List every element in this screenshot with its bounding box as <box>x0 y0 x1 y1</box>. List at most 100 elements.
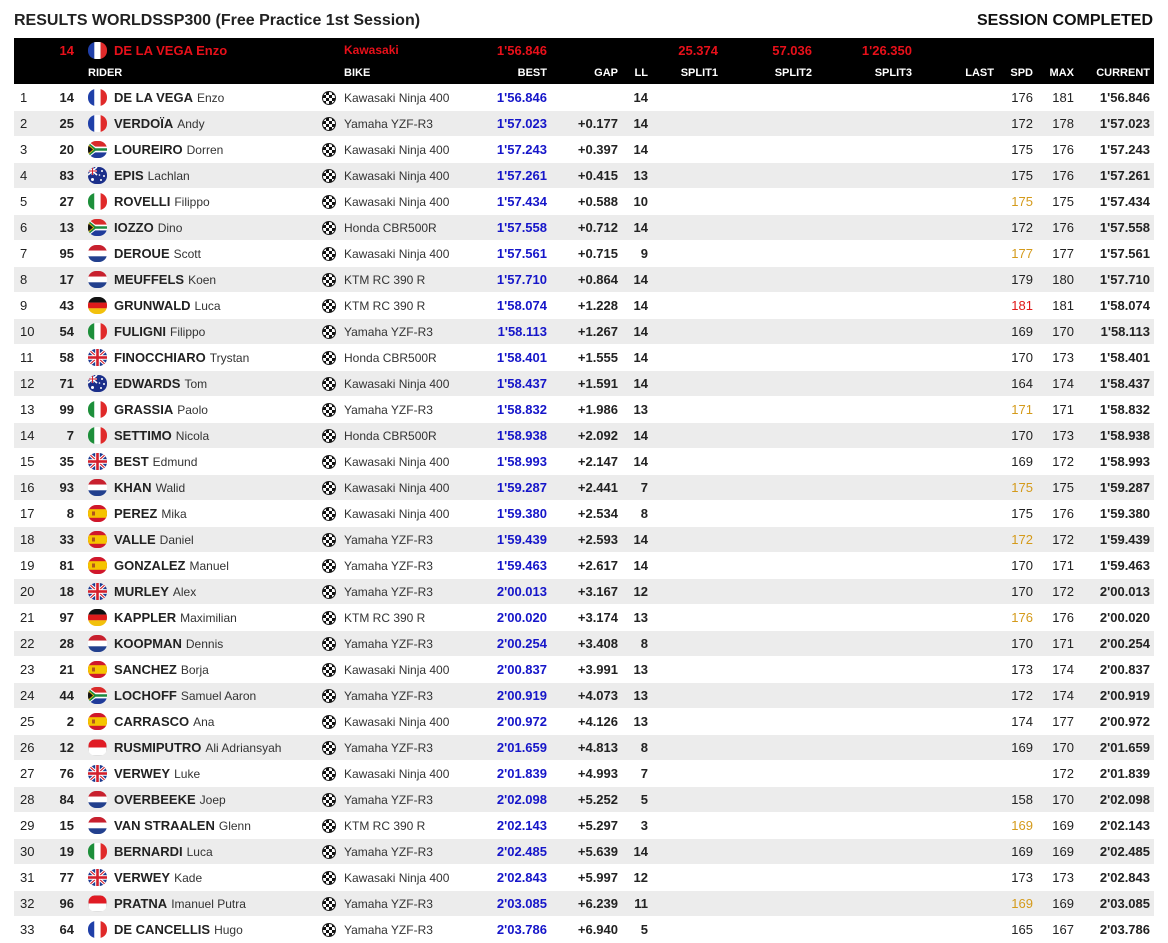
laps-count: 13 <box>633 402 648 417</box>
rider-name[interactable]: GRUNWALD Luca <box>114 293 329 318</box>
laps-count: 12 <box>633 584 648 599</box>
rider-name[interactable]: DE CANCELLIS Hugo <box>114 917 329 942</box>
rider-firstname: Hugo <box>214 922 243 937</box>
rider-name[interactable]: SANCHEZ Borja <box>114 657 329 682</box>
current-lap: 1'57.561 <box>1099 246 1150 261</box>
rider-firstname: Alex <box>172 584 197 599</box>
rider-name[interactable]: VERDOÏA Andy <box>114 111 329 136</box>
checkered-flag-icon <box>322 839 336 864</box>
rider-name[interactable]: ROVELLI Filippo <box>114 189 329 214</box>
table-row[interactable]: 19 81 GONZALEZ Manuel Yamaha YZF-R3 1'59.463 +… <box>14 553 1154 579</box>
gap-value: +0.415 <box>577 168 618 183</box>
rider-name[interactable]: VAN STRAALEN Glenn <box>114 813 329 838</box>
table-row[interactable]: 25 2 CARRASCO Ana Kawasaki Ninja 400 2'00.972… <box>14 709 1154 735</box>
rider-name[interactable]: KHAN Walid <box>114 475 329 500</box>
col-split3[interactable]: SPLIT3 <box>854 62 912 84</box>
rider-name[interactable]: BERNARDI Luca <box>114 839 329 864</box>
table-row[interactable]: 4 83 EPIS Lachlan Kawasaki Ninja 400 1'57.261… <box>14 163 1154 189</box>
table-row[interactable]: 18 33 VALLE Daniel Yamaha YZF-R3 1'59.439 +2.5… <box>14 527 1154 553</box>
rider-name[interactable]: FINOCCHIARO Trystan <box>114 345 329 370</box>
table-row[interactable]: 21 97 KAPPLER Maximilian KTM RC 390 R 2'00.02… <box>14 605 1154 631</box>
rider-name[interactable]: MEUFFELS Koen <box>114 267 329 292</box>
rider-name[interactable]: KAPPLER Maximilian <box>114 605 329 630</box>
table-row[interactable]: 26 12 RUSMIPUTRO Ali Adriansyah Yamaha YZF-R… <box>14 735 1154 761</box>
rider-name[interactable]: VALLE Daniel <box>114 527 329 552</box>
table-row[interactable]: 9 43 GRUNWALD Luca KTM RC 390 R 1'58.074 +1.22… <box>14 293 1154 319</box>
rider-name[interactable]: RUSMIPUTRO Ali Adriansyah <box>114 735 329 760</box>
rider-name[interactable]: EPIS Lachlan <box>114 163 329 188</box>
table-row[interactable]: 27 76 VERWEY Luke Kawasaki Ninja 400 2'01.839… <box>14 761 1154 787</box>
table-row[interactable]: 2 25 VERDOÏA Andy Yamaha YZF-R3 1'57.023 +0.17… <box>14 111 1154 137</box>
rider-name[interactable]: FULIGNI Filippo <box>114 319 329 344</box>
rider-name[interactable]: LOCHOFF Samuel Aaron <box>114 683 329 708</box>
max-speed: 176 <box>1052 506 1074 521</box>
table-row[interactable]: 16 93 KHAN Walid Kawasaki Ninja 400 1'59.287 +… <box>14 475 1154 501</box>
table-row[interactable]: 14 7 SETTIMO Nicola Honda CBR500R 1'58.938 +2.… <box>14 423 1154 449</box>
col-max[interactable]: MAX <box>1040 62 1074 84</box>
col-gap[interactable]: GAP <box>544 62 618 84</box>
table-row[interactable]: 29 15 VAN STRAALEN Glenn KTM RC 390 R 2'02.14… <box>14 813 1154 839</box>
table-row[interactable]: 24 44 LOCHOFF Samuel Aaron Yamaha YZF-R3 2'00… <box>14 683 1154 709</box>
rider-name[interactable]: CARRASCO Ana <box>114 709 329 734</box>
speed-value: 177 <box>1011 246 1033 261</box>
table-row[interactable]: 6 13 IOZZO Dino Honda CBR500R 1'57.558 +0.712 1… <box>14 215 1154 241</box>
rider-surname: MURLEY <box>114 584 169 599</box>
table-row[interactable]: 20 18 MURLEY Alex Yamaha YZF-R3 2'00.013 +3.16… <box>14 579 1154 605</box>
table-row[interactable]: 22 28 KOOPMAN Dennis Yamaha YZF-R3 2'00.254 +3… <box>14 631 1154 657</box>
col-split2[interactable]: SPLIT2 <box>754 62 812 84</box>
rider-number: 33 <box>59 532 74 547</box>
checkered-flag-icon <box>322 735 336 760</box>
table-row[interactable]: 7 95 DEROUE Scott Kawasaki Ninja 400 1'57.561… <box>14 241 1154 267</box>
table-row[interactable]: 5 27 ROVELLI Filippo Kawasaki Ninja 400 1'57.… <box>14 189 1154 215</box>
rider-name[interactable]: VERWEY Luke <box>114 761 329 786</box>
best-lap: 1'57.710 <box>496 272 547 287</box>
rider-name[interactable]: VERWEY Kade <box>114 865 329 890</box>
col-best[interactable]: BEST <box>444 62 547 84</box>
rider-name[interactable]: MURLEY Alex <box>114 579 329 604</box>
best-lap: 2'03.786 <box>496 922 547 937</box>
table-row[interactable]: 8 17 MEUFFELS Koen KTM RC 390 R 1'57.710 +0.86… <box>14 267 1154 293</box>
col-current[interactable]: CURRENT <box>1074 62 1150 84</box>
current-lap: 1'57.558 <box>1099 220 1150 235</box>
col-spd[interactable]: SPD <box>994 62 1033 84</box>
flag-ita-icon <box>88 319 110 344</box>
table-row[interactable]: 17 8 PEREZ Mika Kawasaki Ninja 400 1'59.380 +2… <box>14 501 1154 527</box>
table-row[interactable]: 3 20 LOUREIRO Dorren Kawasaki Ninja 400 1'57.… <box>14 137 1154 163</box>
table-row[interactable]: 1 14 DE LA VEGA Enzo Kawasaki Ninja 400 1'56.… <box>14 85 1154 111</box>
max-speed: 181 <box>1052 298 1074 313</box>
table-row[interactable]: 32 96 PRATNA Imanuel Putra Yamaha YZF-R3 2'03… <box>14 891 1154 917</box>
col-ll[interactable]: LL <box>624 62 648 84</box>
table-row[interactable]: 13 99 GRASSIA Paolo Yamaha YZF-R3 1'58.832 +1.… <box>14 397 1154 423</box>
col-split1[interactable]: SPLIT1 <box>654 62 718 84</box>
rider-name[interactable]: SETTIMO Nicola <box>114 423 329 448</box>
laps-count: 11 <box>634 896 648 911</box>
rider-name[interactable]: LOUREIRO Dorren <box>114 137 329 162</box>
laps-count: 9 <box>640 246 648 261</box>
rider-name[interactable]: GRASSIA Paolo <box>114 397 329 422</box>
table-row[interactable]: 28 84 OVERBEEKE Joep Yamaha YZF-R3 2'02.098 +5… <box>14 787 1154 813</box>
rider-name[interactable]: OVERBEEKE Joep <box>114 787 329 812</box>
flag-gbr-icon <box>88 579 110 604</box>
rider-name[interactable]: IOZZO Dino <box>114 215 329 240</box>
table-row[interactable]: 10 54 FULIGNI Filippo Yamaha YZF-R3 1'58.113 +… <box>14 319 1154 345</box>
rider-name[interactable]: BEST Edmund <box>114 449 329 474</box>
table-row[interactable]: 30 19 BERNARDI Luca Yamaha YZF-R3 2'02.485 +5.… <box>14 839 1154 865</box>
current-lap: 1'58.437 <box>1099 376 1150 391</box>
rider-name[interactable]: GONZALEZ Manuel <box>114 553 329 578</box>
rider-number: 13 <box>59 220 74 235</box>
rider-name[interactable]: DE LA VEGA Enzo <box>114 85 329 110</box>
table-row[interactable]: 12 71 EDWARDS Tom Kawasaki Ninja 400 1'58.437… <box>14 371 1154 397</box>
table-row[interactable]: 15 35 BEST Edmund Kawasaki Ninja 400 1'58.993… <box>14 449 1154 475</box>
table-row[interactable]: 33 64 DE CANCELLIS Hugo Yamaha YZF-R3 2'03.78… <box>14 917 1154 943</box>
col-last[interactable]: LAST <box>944 62 994 84</box>
rider-name[interactable]: KOOPMAN Dennis <box>114 631 329 656</box>
table-row[interactable]: 11 58 FINOCCHIARO Trystan Honda CBR500R 1'58.… <box>14 345 1154 371</box>
table-row[interactable]: 31 77 VERWEY Kade Kawasaki Ninja 400 2'02.843… <box>14 865 1154 891</box>
rider-name[interactable]: PRATNA Imanuel Putra <box>114 891 329 916</box>
col-rider[interactable]: RIDER <box>88 62 303 84</box>
rider-name[interactable]: PEREZ Mika <box>114 501 329 526</box>
rider-name[interactable]: DEROUE Scott <box>114 241 329 266</box>
rider-name[interactable]: EDWARDS Tom <box>114 371 329 396</box>
rider-number: 84 <box>59 792 74 807</box>
table-row[interactable]: 23 21 SANCHEZ Borja Kawasaki Ninja 400 2'00.8… <box>14 657 1154 683</box>
